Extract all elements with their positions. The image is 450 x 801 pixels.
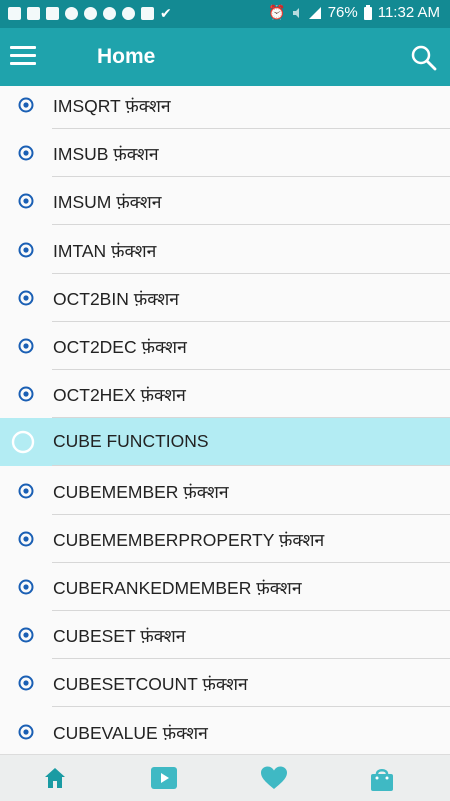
list-item[interactable]: OCT2HEX फ़ंक्शन — [0, 370, 450, 419]
list-item-label: OCT2DEC फ़ंक्शन — [53, 337, 187, 357]
bullet-target-icon — [18, 338, 34, 354]
facebook-icon — [46, 7, 59, 20]
search-icon[interactable] — [410, 44, 438, 72]
list-item-label: IMTAN फ़ंक्शन — [53, 240, 157, 261]
status-bar: ✔ ⏰ 76% 11:32 AM — [0, 0, 450, 28]
bullet-target-icon — [18, 290, 34, 306]
video-play-icon[interactable] — [150, 765, 178, 793]
list-item[interactable]: CUBESET फ़ंक्शन — [0, 611, 450, 660]
bullet-target-icon — [18, 193, 34, 209]
bullet-target-icon — [18, 579, 34, 595]
shopping-bag-icon[interactable] — [368, 765, 396, 793]
list-item[interactable]: OCT2DEC फ़ंक्शन — [0, 322, 450, 370]
bullet-target-icon — [18, 483, 34, 499]
list-item[interactable]: CUBEVALUE फ़ंक्शन — [0, 708, 450, 754]
list-item-label: IMSQRT फ़ंक्शन — [53, 96, 171, 116]
section-header[interactable]: CUBE FUNCTIONS — [0, 418, 450, 467]
bullet-target-icon — [18, 145, 34, 161]
image-icon — [141, 7, 154, 20]
flipboard-icon — [8, 7, 21, 20]
system-status: ⏰ 76% 11:32 AM — [268, 4, 440, 21]
notification-icons: ✔ — [8, 5, 172, 22]
bullet-target-icon — [18, 531, 34, 547]
check-icon: ✔ — [160, 5, 172, 21]
home-icon[interactable] — [42, 765, 70, 793]
saturn-icon — [65, 7, 78, 20]
hamburger-menu-icon[interactable] — [10, 46, 36, 68]
bullet-target-icon — [18, 242, 34, 258]
saturn-icon — [84, 7, 97, 20]
radio-circle-icon — [11, 430, 35, 454]
list-item-label: IMSUM फ़ंक्शन — [53, 192, 162, 213]
chrome-icon — [122, 7, 135, 20]
bullet-target-icon — [18, 627, 34, 643]
app-bar: Home — [0, 28, 450, 86]
function-list[interactable]: IMSQRT फ़ंक्शन IMSUB फ़ंक्शन IMSUM फ़ंक्शन… — [0, 86, 450, 754]
list-item-label: OCT2BIN फ़ंक्शन — [53, 288, 180, 309]
list-item-label: CUBERANKEDMEMBER फ़ंक्शन — [53, 578, 302, 598]
facebook-icon — [27, 7, 40, 20]
list-item[interactable]: OCT2BIN फ़ंक्शन — [0, 274, 450, 322]
list-item-label: CUBEMEMBER फ़ंक्शन — [53, 481, 229, 502]
list-item[interactable]: IMSQRT फ़ंक्शन — [0, 86, 450, 129]
bullet-target-icon — [18, 724, 34, 740]
list-item[interactable]: CUBEMEMBER फ़ंक्शन — [0, 467, 450, 515]
page-title: Home — [97, 45, 156, 68]
mute-icon — [292, 7, 299, 18]
battery-icon — [363, 5, 372, 20]
list-item-label: CUBESETCOUNT फ़ंक्शन — [53, 674, 248, 695]
signal-icon — [308, 6, 321, 19]
bullet-target-icon — [18, 386, 34, 402]
list-item[interactable]: CUBERANKEDMEMBER फ़ंक्शन — [0, 563, 450, 611]
saturn-icon — [103, 7, 116, 20]
heart-icon[interactable] — [260, 765, 288, 793]
list-item-label: CUBESET फ़ंक्शन — [53, 626, 186, 647]
list-item[interactable]: CUBESETCOUNT फ़ंक्शन — [0, 659, 450, 708]
clock: 11:32 AM — [377, 4, 440, 21]
list-item-label: CUBEVALUE फ़ंक्शन — [53, 722, 208, 743]
bullet-target-icon — [18, 97, 34, 113]
list-item[interactable]: CUBEMEMBERPROPERTY फ़ंक्शन — [0, 515, 450, 563]
list-item-label: CUBEMEMBERPROPERTY फ़ंक्शन — [53, 529, 325, 550]
list-item[interactable]: IMSUB फ़ंक्शन — [0, 129, 450, 178]
list-item-label: IMSUB फ़ंक्शन — [53, 144, 159, 165]
list-item[interactable]: IMSUM फ़ंक्शन — [0, 177, 450, 226]
alarm-icon: ⏰ — [268, 4, 286, 20]
list-item-label: CUBE FUNCTIONS — [53, 431, 209, 452]
battery-percent: 76% — [327, 4, 358, 21]
bottom-nav — [0, 754, 450, 801]
bullet-target-icon — [18, 675, 34, 691]
list-item[interactable]: IMTAN फ़ंक्शन — [0, 226, 450, 274]
list-item-label: OCT2HEX फ़ंक्शन — [53, 385, 186, 406]
